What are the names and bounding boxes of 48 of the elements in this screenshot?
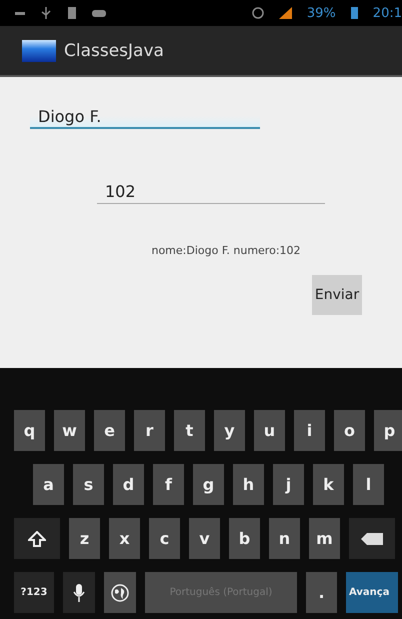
keyboard-key[interactable]: m: [309, 518, 340, 559]
keyboard-key[interactable]: v: [189, 518, 220, 559]
backspace-key[interactable]: [349, 518, 395, 559]
keyboard-key[interactable]: c: [149, 518, 180, 559]
keyboard-key[interactable]: u: [254, 410, 285, 451]
keyboard-key[interactable]: r: [134, 410, 165, 451]
shift-key[interactable]: [14, 518, 60, 559]
keyboard-key[interactable]: h: [233, 464, 264, 505]
microphone-icon: [73, 584, 85, 602]
keyboard-key[interactable]: f: [153, 464, 184, 505]
keyboard-key[interactable]: g: [193, 464, 224, 505]
keyboard-key[interactable]: t: [174, 410, 205, 451]
keyboard-key[interactable]: k: [313, 464, 344, 505]
microphone-key[interactable]: [63, 572, 95, 613]
keyboard-key[interactable]: b: [229, 518, 260, 559]
keyboard-key[interactable]: s: [73, 464, 104, 505]
keyboard-key[interactable]: x: [109, 518, 140, 559]
keyboard-key[interactable]: a: [33, 464, 64, 505]
keyboard-key[interactable]: e: [94, 410, 125, 451]
keyboard-key[interactable]: .: [306, 572, 337, 613]
shift-icon: [28, 530, 46, 546]
keyboard-key[interactable]: o: [334, 410, 365, 451]
symbols-key[interactable]: ?123: [14, 572, 54, 613]
signal-icon: [278, 7, 293, 19]
battery-icon: [350, 7, 359, 19]
globe-icon: [111, 584, 129, 602]
input-field[interactable]: 102: [97, 174, 325, 204]
keyboard-key[interactable]: w: [54, 410, 85, 451]
backspace-icon: [361, 532, 383, 544]
app-title: ClassesJava: [64, 40, 164, 60]
result-text: nome:Diogo F. numero:102: [151, 244, 301, 257]
keyboard-key[interactable]: n: [269, 518, 300, 559]
keyboard-key[interactable]: d: [113, 464, 144, 505]
send-button[interactable]: Enviar: [312, 275, 362, 315]
keyboard-key[interactable]: l: [353, 464, 384, 505]
keyboard-key[interactable]: i: [294, 410, 325, 451]
keyboard-key[interactable]: q: [14, 410, 45, 451]
keyboard-key[interactable]: j: [273, 464, 304, 505]
globe-key[interactable]: [104, 572, 136, 613]
keyboard-key[interactable]: z: [69, 518, 100, 559]
usb-icon: [40, 7, 52, 19]
battery-percent: 39%: [306, 6, 336, 20]
sd-card-icon: [66, 7, 78, 19]
clock-time: 20:1: [372, 6, 402, 20]
app-icon: [22, 40, 56, 62]
keyboard-key[interactable]: p: [374, 410, 402, 451]
keyboard-key[interactable]: y: [214, 410, 245, 451]
next-key[interactable]: Avança: [346, 572, 398, 613]
